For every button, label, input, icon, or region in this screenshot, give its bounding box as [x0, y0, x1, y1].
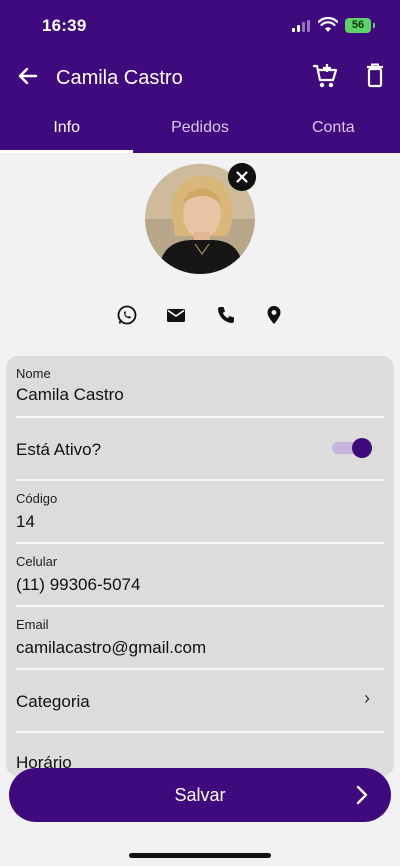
tab-conta[interactable]: Conta [267, 106, 400, 153]
home-indicator [129, 853, 271, 858]
email-field[interactable]: Email camilacastro@gmail.com [16, 607, 384, 670]
phone-label: Celular [16, 554, 58, 569]
active-label: Está Ativo? [16, 440, 102, 459]
add-to-cart-icon[interactable] [311, 61, 339, 91]
tab-pedidos[interactable]: Pedidos [133, 106, 266, 153]
status-time: 16:39 [42, 16, 87, 35]
page-title: Camila Castro [56, 67, 183, 89]
code-value[interactable]: 14 [16, 512, 35, 532]
wifi-icon [318, 17, 338, 32]
code-label: Código [16, 491, 58, 506]
tab-info[interactable]: Info [0, 106, 134, 153]
save-button-label: Salvar [174, 785, 226, 805]
save-button[interactable]: Salvar [9, 768, 391, 822]
toggle-knob [352, 438, 372, 458]
chevron-right-icon: › [364, 688, 370, 708]
name-label: Nome [16, 366, 51, 381]
phone-icon[interactable] [215, 304, 237, 326]
app-header: 16:39 56 Camila Castro Info Pedidos Cont… [0, 0, 400, 153]
status-bar: 16:39 56 [0, 0, 400, 50]
phone-value[interactable]: (11) 99306-5074 [16, 575, 140, 595]
category-select[interactable]: Categoria › [16, 670, 384, 733]
category-label: Categoria [16, 692, 90, 711]
delete-icon[interactable] [362, 61, 388, 91]
back-arrow-icon[interactable] [14, 61, 42, 91]
name-value[interactable]: Camila Castro [16, 385, 124, 405]
toolbar: Camila Castro [0, 55, 400, 101]
email-icon[interactable] [165, 304, 187, 326]
name-field[interactable]: Nome Camila Castro [16, 356, 384, 418]
code-field[interactable]: Código 14 [16, 481, 384, 544]
remove-photo-icon[interactable] [228, 163, 256, 191]
battery-indicator: 56 [345, 18, 375, 33]
email-value[interactable]: camilacastro@gmail.com [16, 638, 206, 658]
chevron-right-icon [356, 785, 368, 805]
client-form-card: Nome Camila Castro Está Ativo? Código 14… [6, 356, 394, 776]
location-pin-icon[interactable] [263, 304, 285, 326]
active-toggle-row[interactable]: Está Ativo? [16, 418, 384, 481]
tab-bar: Info Pedidos Conta [0, 106, 400, 153]
active-toggle[interactable] [332, 437, 372, 459]
contact-actions [110, 300, 290, 330]
phone-field[interactable]: Celular (11) 99306-5074 [16, 544, 384, 607]
whatsapp-icon[interactable] [116, 304, 138, 326]
cellular-signal-icon [292, 20, 312, 32]
email-label: Email [16, 617, 49, 632]
